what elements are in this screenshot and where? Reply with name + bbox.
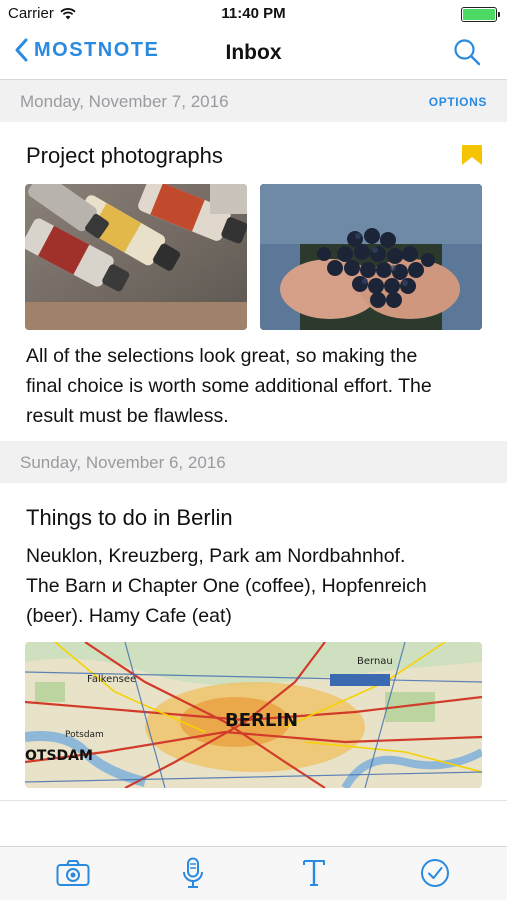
note-body-line: The Barn и Chapter One (coffee), Hopfenr… <box>26 575 427 597</box>
note-title: Project photographs <box>26 143 223 168</box>
battery-fill <box>463 9 495 20</box>
navigation-bar: MOSTNOTE Inbox <box>0 28 507 80</box>
camera-button[interactable] <box>56 859 90 892</box>
clock: 11:40 PM <box>221 5 286 22</box>
bookmark-icon[interactable] <box>461 144 483 166</box>
note-body-line: final choice is worth some additional ef… <box>26 375 432 397</box>
grapes-in-hands-photo[interactable] <box>260 184 482 330</box>
map-label-potsdam: OTSDAM <box>25 748 93 764</box>
map-label-falkensee: Falkensee <box>87 674 136 685</box>
text-icon <box>303 860 325 886</box>
microphone-icon <box>183 857 203 888</box>
berlin-map-image: BERLIN OTSDAM Falkensee Bernau Potsdam <box>25 642 482 788</box>
record-audio-button[interactable] <box>182 857 204 894</box>
map-label-berlin: BERLIN <box>225 710 298 731</box>
date-header: Monday, November 7, 2016 OPTIONS <box>0 80 507 122</box>
status-bar: Carrier 11:40 PM <box>0 0 507 28</box>
note-body-line: (beer). Hamy Cafe (eat) <box>26 605 232 627</box>
text-note-button[interactable] <box>302 859 326 892</box>
paint-tubes-photo[interactable] <box>25 184 247 330</box>
note-body-line: Neuklon, Kreuzberg, Park am Nordbahnhof. <box>26 545 406 567</box>
paint-tubes-image <box>25 184 247 330</box>
berlin-map-photo[interactable]: BERLIN OTSDAM Falkensee Bernau Potsdam <box>25 642 482 788</box>
bottom-toolbar <box>0 846 507 900</box>
section-date: Sunday, November 6, 2016 <box>20 453 226 472</box>
battery-icon <box>461 7 500 22</box>
note-body: Neuklon, Kreuzberg, Park am Nordbahnhof.… <box>26 541 486 631</box>
search-icon <box>454 39 481 66</box>
chevron-left-icon <box>15 38 28 62</box>
note-body: All of the selections look great, so mak… <box>26 341 486 431</box>
options-button[interactable]: OPTIONS <box>429 95 487 109</box>
search-button[interactable] <box>453 38 481 71</box>
list-divider <box>0 800 507 801</box>
checkmark-icon <box>421 859 449 887</box>
note-body-line: All of the selections look great, so mak… <box>26 345 418 367</box>
note-title: Things to do in Berlin <box>26 505 233 530</box>
camera-icon <box>56 860 90 886</box>
grapes-image <box>260 184 482 330</box>
checklist-button[interactable] <box>420 858 450 893</box>
back-button-label: MOSTNOTE <box>34 38 160 61</box>
map-label-small-potsdam: Potsdam <box>65 730 104 740</box>
date-header: Sunday, November 6, 2016 <box>0 441 507 483</box>
back-button[interactable]: MOSTNOTE <box>14 38 159 62</box>
note-body-line: result must be flawless. <box>26 405 229 427</box>
map-label-bernau: Bernau <box>357 656 393 667</box>
section-date: Monday, November 7, 2016 <box>20 92 229 111</box>
